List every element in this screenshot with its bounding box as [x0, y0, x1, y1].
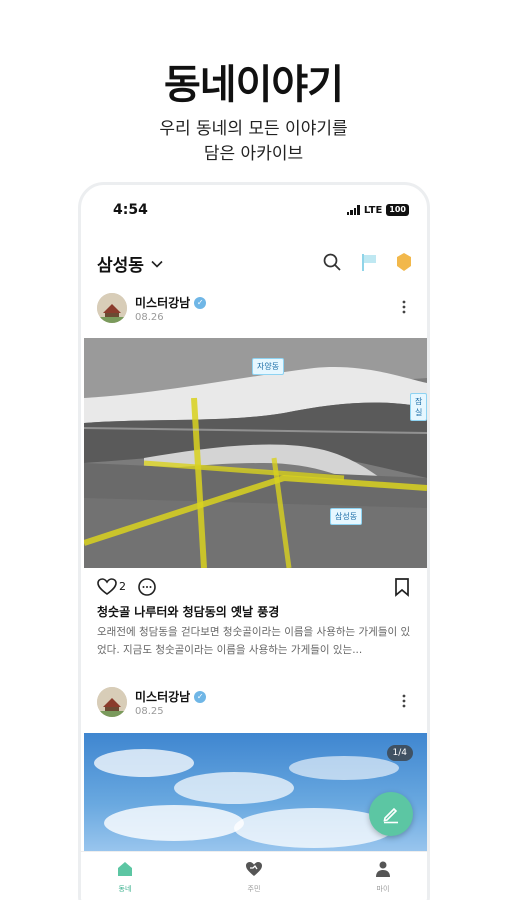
phone-frame: 4:54 LTE 100 삼성동 미스터강남 ✓ 08.26 자양동 잠실 삼성… — [78, 182, 430, 900]
map-label[interactable]: 자양동 — [252, 358, 285, 375]
tab-residents[interactable]: 주민 — [224, 860, 284, 894]
network-label: LTE — [363, 204, 383, 216]
tab-label: 마이 — [376, 885, 390, 893]
tab-my[interactable]: 마이 — [353, 860, 413, 894]
avatar[interactable] — [97, 687, 127, 717]
like-count: 2 — [119, 580, 126, 593]
tab-label: 주민 — [247, 885, 261, 893]
verified-icon: ✓ — [194, 296, 207, 309]
location-label: 삼성동 — [97, 256, 144, 276]
sky-clouds-graphic — [94, 749, 399, 848]
heart-icon[interactable] — [97, 577, 117, 597]
tab-label: 동네 — [118, 885, 132, 893]
more-options-icon[interactable] — [397, 693, 411, 709]
heart-handshake-icon — [246, 862, 262, 876]
author-name[interactable]: 미스터강남 ✓ — [135, 294, 207, 311]
post-date: 08.26 — [135, 312, 164, 323]
comment-icon[interactable] — [137, 577, 157, 597]
notification-icon[interactable] — [393, 251, 415, 273]
home-icon — [118, 862, 132, 876]
map-label[interactable]: 잠실 — [410, 393, 427, 421]
verified-icon: ✓ — [194, 690, 207, 703]
promo-title: 동네이야기 — [164, 62, 344, 108]
pencil-icon — [383, 807, 398, 824]
author-label: 미스터강남 — [135, 690, 191, 704]
post-date: 08.25 — [135, 706, 164, 717]
post-header: 미스터강남 ✓ 08.25 — [81, 687, 427, 727]
promo-subtitle-line2: 담은 아카이브 — [203, 144, 304, 164]
avatar[interactable] — [97, 293, 127, 323]
more-options-icon[interactable] — [397, 299, 411, 315]
write-post-button[interactable] — [369, 792, 413, 836]
post-title[interactable]: 청숫골 나루터와 청담동의 옛날 풍경 — [97, 603, 279, 620]
promo-subtitle: 우리 동네의 모든 이야기를 담은 아카이브 — [0, 117, 507, 167]
post-actions: 2 — [81, 577, 427, 599]
author-label: 미스터강남 — [135, 296, 191, 310]
flag-icon[interactable] — [358, 251, 380, 273]
chevron-down-icon — [151, 260, 163, 268]
app-bar: 삼성동 — [81, 247, 427, 279]
bottom-tab-bar: 동네 주민 마이 — [81, 851, 427, 899]
status-bar: 4:54 LTE 100 — [81, 185, 427, 235]
bookmark-icon[interactable] — [393, 577, 411, 597]
map-label[interactable]: 삼성동 — [330, 508, 363, 525]
post-body[interactable]: 오래전에 청담동을 걷다보면 청숫골이라는 이름을 사용하는 가게들이 있었다.… — [97, 623, 415, 659]
person-icon — [376, 861, 390, 877]
tab-home[interactable]: 동네 — [95, 860, 155, 894]
status-indicators: LTE 100 — [346, 204, 409, 216]
status-time: 4:54 — [113, 202, 148, 218]
promo-subtitle-line1: 우리 동네의 모든 이야기를 — [159, 119, 348, 139]
post-sky-image[interactable]: 1/4 — [84, 733, 427, 853]
search-icon[interactable] — [321, 251, 343, 273]
post-map-image[interactable]: 자양동 잠실 삼성동 — [84, 338, 427, 568]
image-page-indicator: 1/4 — [386, 745, 413, 761]
post-header: 미스터강남 ✓ 08.26 — [81, 293, 427, 333]
signal-icon — [346, 205, 360, 215]
battery-icon: 100 — [386, 204, 409, 216]
location-selector[interactable]: 삼성동 — [97, 251, 164, 276]
author-name[interactable]: 미스터강남 ✓ — [135, 688, 207, 705]
